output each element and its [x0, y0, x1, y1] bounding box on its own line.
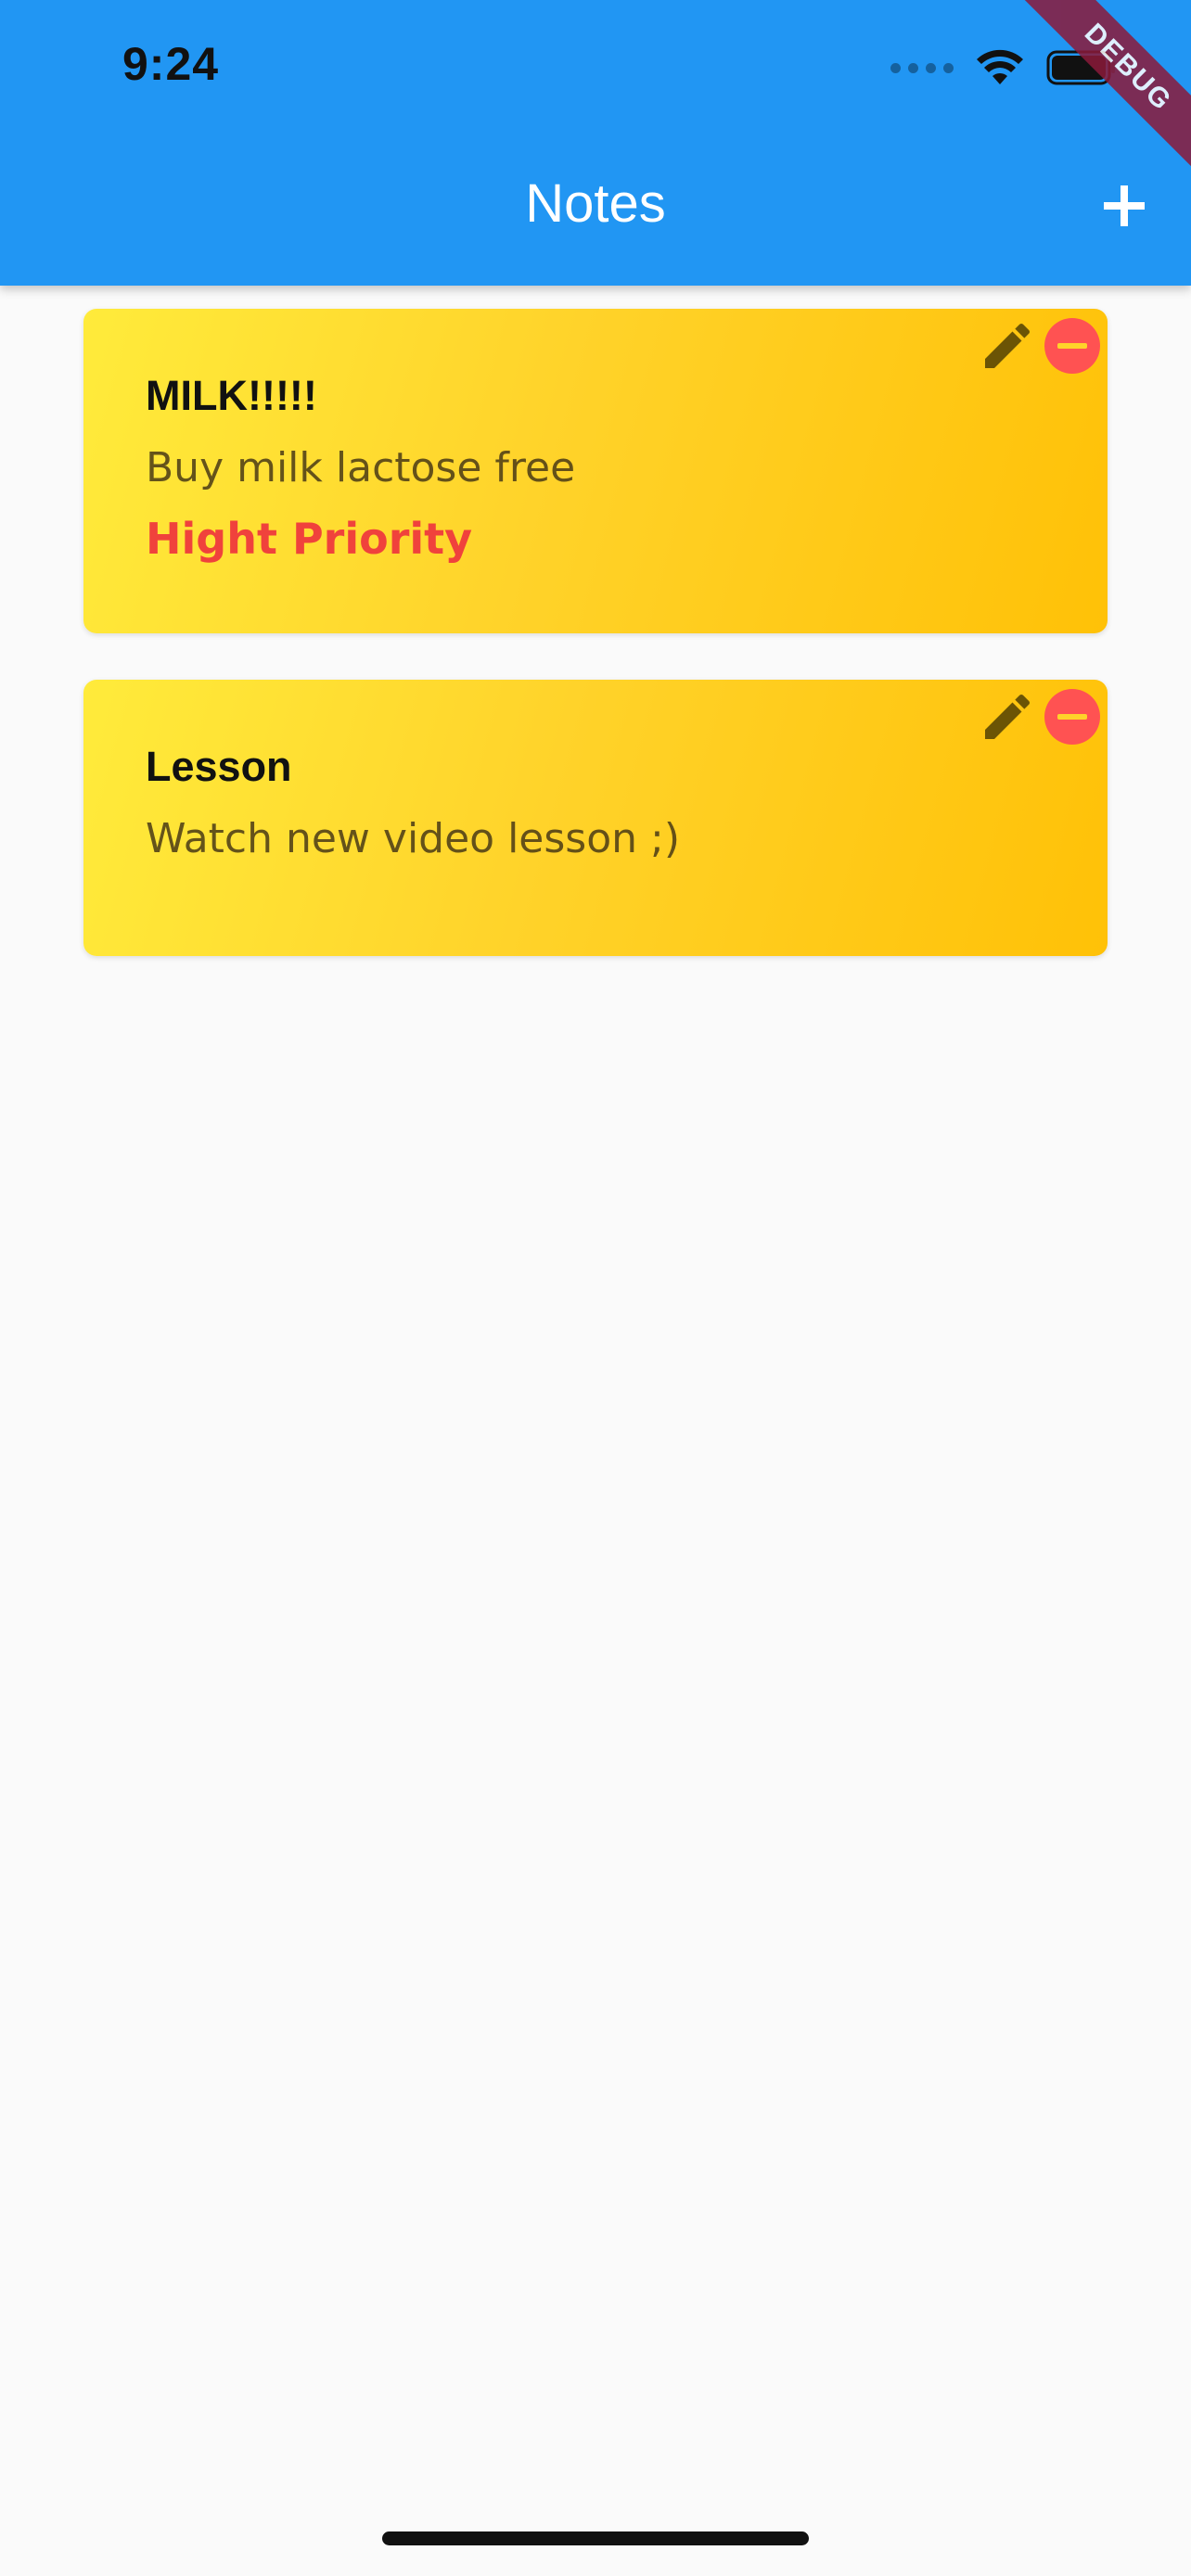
page-title: Notes — [525, 173, 666, 234]
note-body: Buy milk lactose free — [146, 444, 576, 491]
status-time: 9:24 — [122, 38, 220, 90]
minus-circle-icon — [1044, 689, 1100, 745]
note-priority-label: Hight Priority — [146, 514, 473, 564]
edit-note-button[interactable] — [978, 316, 1037, 376]
note-card[interactable]: MILK!!!!! Buy milk lactose free Hight Pr… — [83, 309, 1108, 633]
plus-icon — [1104, 185, 1145, 226]
minus-circle-icon — [1044, 318, 1100, 374]
home-indicator[interactable] — [382, 2531, 809, 2545]
edit-note-button[interactable] — [978, 687, 1037, 746]
note-body: Watch new video lesson ;) — [146, 815, 680, 862]
note-title: MILK!!!!! — [146, 372, 317, 419]
status-icons — [890, 45, 1117, 91]
note-card[interactable]: Lesson Watch new video lesson ;) — [83, 680, 1108, 956]
notes-list: MILK!!!!! Buy milk lactose free Hight Pr… — [83, 309, 1108, 1002]
note-title: Lesson — [146, 743, 292, 790]
delete-note-button[interactable] — [1043, 316, 1102, 376]
app-bar: 9:24 Notes — [0, 0, 1191, 286]
add-note-button[interactable] — [1095, 176, 1154, 236]
wifi-icon — [976, 49, 1024, 86]
battery-icon — [1046, 49, 1117, 86]
notes-screen: 9:24 Notes DEBUG MILK!!!!! Buy milk lact… — [0, 0, 1191, 2576]
pencil-icon — [985, 323, 1031, 368]
cellular-signal-icon — [890, 62, 954, 73]
delete-note-button[interactable] — [1043, 687, 1102, 746]
pencil-icon — [985, 694, 1031, 739]
